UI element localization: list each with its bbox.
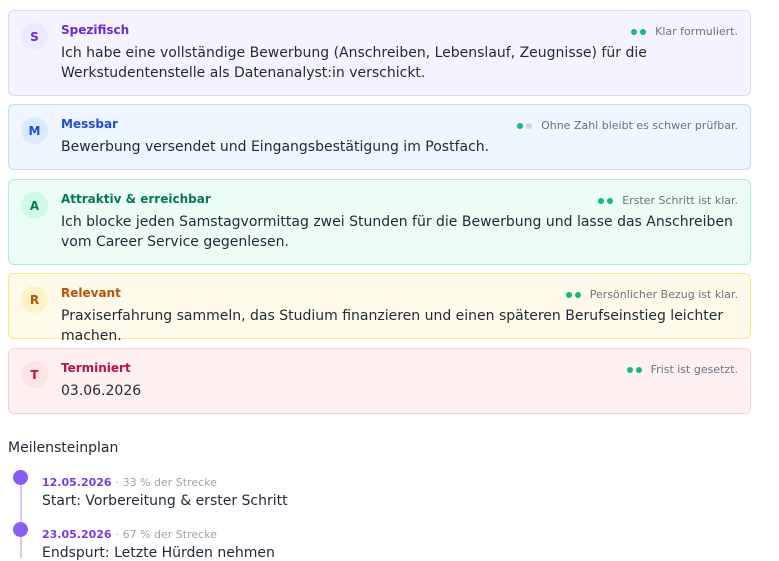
score-dot-empty-icon (526, 122, 533, 129)
milestone-label: Start: Vorbereitung & erster Schritt (42, 493, 288, 509)
card-title: Attraktiv & erreichbar (61, 192, 211, 206)
letter-badge: A (21, 192, 48, 219)
milestones-heading: Meilensteinplan (8, 440, 119, 456)
assessment-text: Klar formuliert. (655, 25, 738, 38)
assessment: Erster Schritt ist klar. (598, 194, 738, 207)
milestone-item: 12.05.2026 · 33 % der Strecke Start: Vorb… (42, 471, 288, 509)
card-title: Relevant (61, 286, 121, 300)
milestone-progress: · 67 % der Strecke (115, 528, 217, 541)
milestone-date: 23.05.2026 (42, 528, 112, 541)
card-text: Ich blocke jeden Samstagvormittag zwei S… (61, 214, 733, 250)
letter-badge: M (21, 117, 48, 144)
assessment-text: Frist ist gesetzt. (650, 363, 738, 376)
score-dot-icon (598, 197, 605, 204)
milestone-label: Endspurt: Letzte Hürden nehmen (42, 545, 275, 561)
letter-badge: T (21, 361, 48, 388)
assessment-text: Ohne Zahl bleibt es schwer prüfbar. (541, 119, 738, 132)
milestone-dot-icon (13, 470, 28, 485)
assessment: Frist ist gesetzt. (626, 363, 738, 376)
milestone-progress: · 33 % der Strecke (115, 476, 217, 489)
card-title: Messbar (61, 117, 118, 131)
score-dot-icon (574, 291, 581, 298)
milestone-item: 23.05.2026 · 67 % der Strecke Endspurt: L… (42, 523, 275, 561)
assessment-text: Persönlicher Bezug ist klar. (589, 288, 738, 301)
score-dot-icon (631, 28, 638, 35)
score-dot-icon (517, 122, 524, 129)
score-dot-icon (607, 197, 614, 204)
smart-card-timed: T Terminiert Frist ist gesetzt. 03.06.20… (8, 348, 751, 414)
card-text: Ich habe eine vollständige Bewerbung (An… (61, 45, 647, 81)
smart-card-specific: S Spezifisch Klar formuliert. Ich habe e… (8, 10, 751, 96)
card-title: Spezifisch (61, 23, 130, 37)
letter-badge: S (21, 23, 48, 50)
card-text: 03.06.2026 (61, 383, 142, 399)
assessment: Ohne Zahl bleibt es schwer prüfbar. (517, 119, 738, 132)
score-dot-icon (565, 291, 572, 298)
milestone-dot-icon (13, 522, 28, 537)
smart-card-achievable: A Attraktiv & erreichbar Erster Schritt … (8, 179, 751, 265)
letter-badge: R (21, 286, 48, 313)
timeline-line (20, 478, 22, 558)
assessment: Klar formuliert. (631, 25, 738, 38)
assessment: Persönlicher Bezug ist klar. (565, 288, 738, 301)
score-dot-icon (640, 28, 647, 35)
assessment-text: Erster Schritt ist klar. (622, 194, 738, 207)
card-text: Bewerbung versendet und Eingangsbestätig… (61, 139, 490, 155)
smart-card-relevant: R Relevant Persönlicher Bezug ist klar. … (8, 273, 751, 344)
score-dot-icon (635, 366, 642, 373)
score-dot-icon (626, 366, 633, 373)
smart-goal-view: S Spezifisch Klar formuliert. Ich habe e… (0, 0, 779, 561)
card-text: Praxiserfahrung sammeln, das Studium fin… (61, 308, 724, 344)
card-title: Terminiert (61, 361, 131, 375)
milestone-date: 12.05.2026 (42, 476, 112, 489)
smart-card-measurable: M Messbar Ohne Zahl bleibt es schwer prü… (8, 104, 751, 170)
